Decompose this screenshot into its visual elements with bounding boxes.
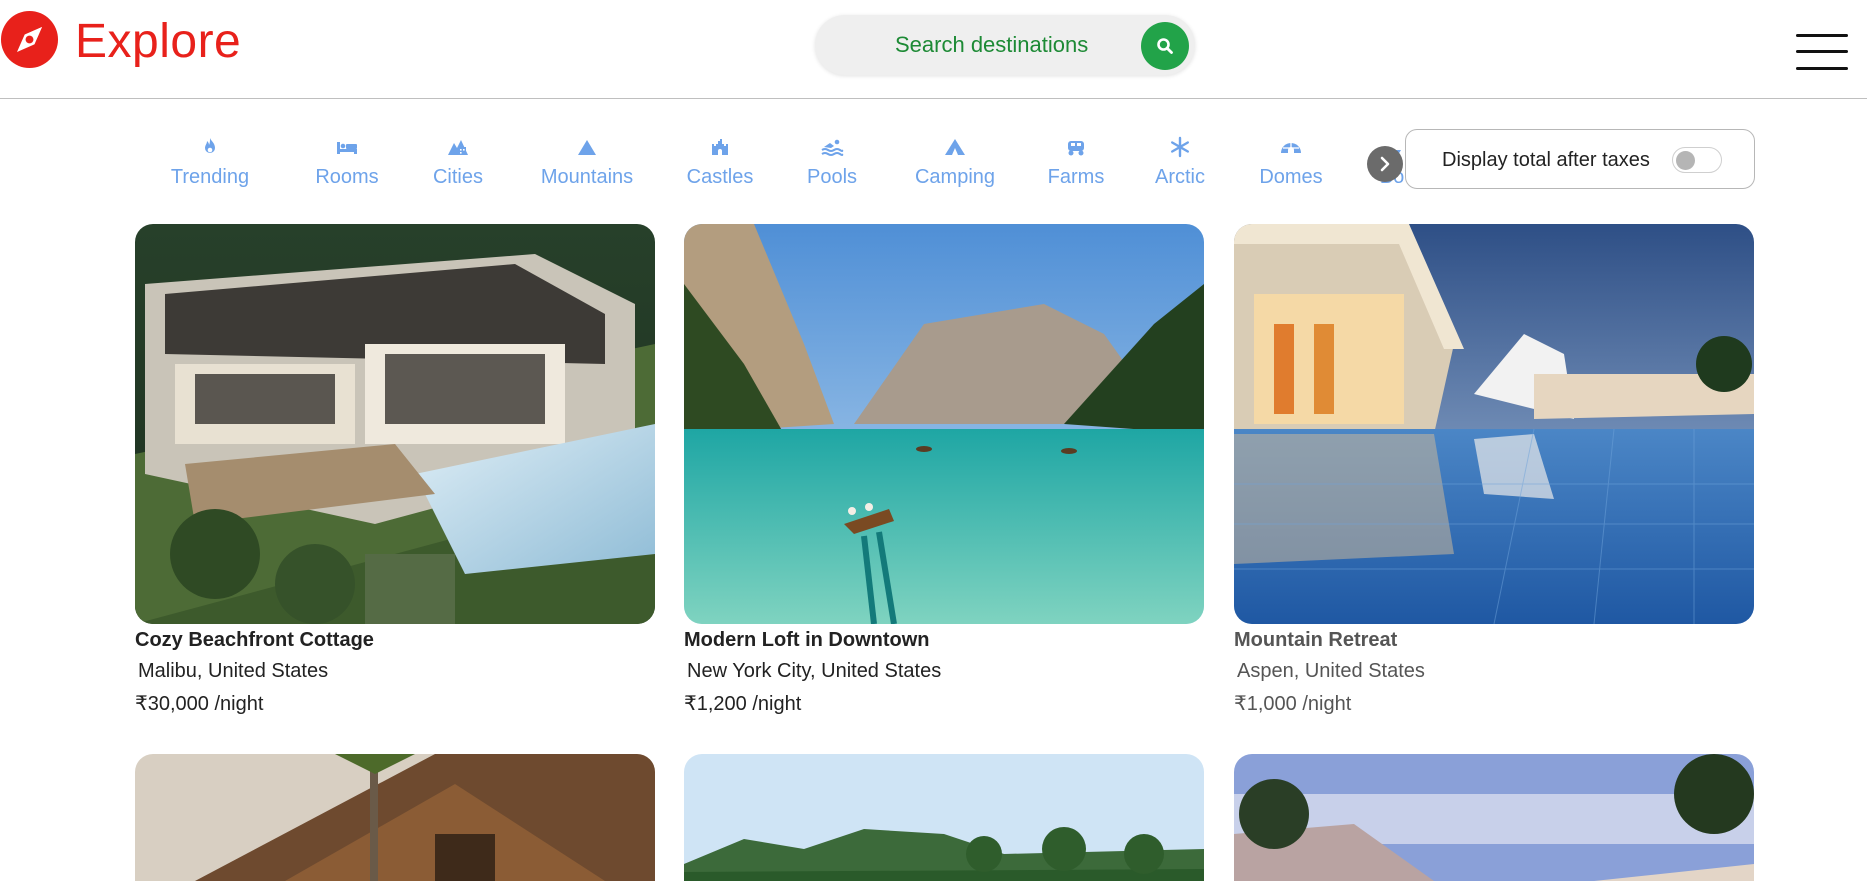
filter-rooms[interactable]: Rooms	[314, 125, 380, 195]
listing-location: Aspen, United States	[1237, 660, 1425, 682]
snowflake-icon	[1170, 136, 1189, 158]
listing-card[interactable]	[684, 754, 1204, 881]
filter-label: Mountains	[540, 166, 634, 188]
tractor-icon	[1068, 141, 1084, 156]
filter-scroll-right-button[interactable]	[1367, 146, 1403, 182]
filter-label: Domes	[1259, 166, 1323, 188]
listing-image[interactable]	[135, 224, 655, 624]
filter-arctic[interactable]: Arctic	[1150, 125, 1210, 195]
toggle-knob	[1676, 151, 1695, 170]
listing-card[interactable]	[135, 754, 655, 881]
search-icon	[1157, 38, 1173, 54]
listing-image[interactable]	[1234, 754, 1754, 881]
filter-cities[interactable]: Cities	[430, 125, 486, 195]
mountain-icon	[578, 140, 596, 155]
tax-display-toggle-box: Display total after taxes	[1405, 129, 1755, 189]
listing-image[interactable]	[135, 754, 655, 881]
category-filter-bar: Trending Rooms Cities Mountains Castles …	[140, 125, 1404, 200]
filter-camping[interactable]: Camping	[909, 125, 1001, 195]
brand-logo-text[interactable]: Explore	[75, 14, 241, 69]
compass-icon[interactable]	[0, 10, 59, 69]
filter-domes[interactable]: Domes	[1256, 125, 1326, 195]
listing-image[interactable]	[684, 224, 1204, 624]
swimmer-icon	[821, 139, 844, 156]
listing-title[interactable]: Mountain Retreat	[1234, 629, 1754, 652]
castle-icon	[712, 139, 728, 155]
fire-icon	[205, 138, 215, 153]
filter-label: Camping	[914, 166, 996, 188]
listing-price: ₹30,000 /night	[135, 693, 264, 715]
listing-title[interactable]: Modern Loft in Downtown	[684, 629, 1204, 652]
filter-castles[interactable]: Castles	[684, 125, 756, 195]
filter-pools[interactable]: Pools	[804, 125, 860, 195]
listing-price: ₹1,200 /night	[684, 693, 802, 715]
search-input[interactable]: Search destinations	[895, 32, 1088, 58]
filter-mountains[interactable]: Mountains	[535, 125, 639, 195]
filter-trending[interactable]: Trending	[170, 125, 250, 195]
listing-location: Malibu, United States	[138, 660, 329, 682]
top-navbar: Explore Search destinations	[0, 0, 1867, 99]
listing-image[interactable]	[1234, 224, 1754, 624]
filter-farms[interactable]: Farms	[1044, 125, 1108, 195]
listing-card[interactable]: Cozy Beachfront Cottage Malibu, United S…	[135, 224, 655, 716]
listing-card[interactable]	[1234, 754, 1754, 881]
igloo-icon	[1281, 143, 1301, 153]
listing-card[interactable]: Mountain Retreat Aspen, United States ₹1…	[1234, 224, 1754, 716]
filter-label: Farms	[1047, 166, 1105, 188]
search-button[interactable]	[1141, 22, 1189, 70]
listing-card[interactable]: Modern Loft in Downtown New York City, U…	[684, 224, 1204, 716]
filter-label: Castles	[686, 166, 754, 188]
listing-price: ₹1,000 /night	[1234, 693, 1352, 715]
filter-label: Trending	[170, 166, 250, 188]
tax-toggle-switch[interactable]	[1672, 147, 1722, 173]
city-icon	[448, 140, 468, 155]
chevron-right-icon	[1380, 156, 1390, 172]
filter-label: Arctic	[1155, 166, 1205, 188]
filter-label: Cities	[432, 166, 483, 188]
listing-location: New York City, United States	[687, 660, 942, 682]
bed-icon	[337, 142, 357, 154]
tax-toggle-label: Display total after taxes	[1442, 149, 1650, 171]
filter-label: Rooms	[315, 166, 379, 188]
listing-image[interactable]	[684, 754, 1204, 881]
listing-title[interactable]: Cozy Beachfront Cottage	[135, 629, 655, 652]
filter-label: Pools	[806, 166, 858, 188]
tent-icon	[945, 139, 965, 155]
search-bar[interactable]: Search destinations	[815, 15, 1195, 75]
hamburger-menu-icon[interactable]	[1796, 32, 1848, 74]
